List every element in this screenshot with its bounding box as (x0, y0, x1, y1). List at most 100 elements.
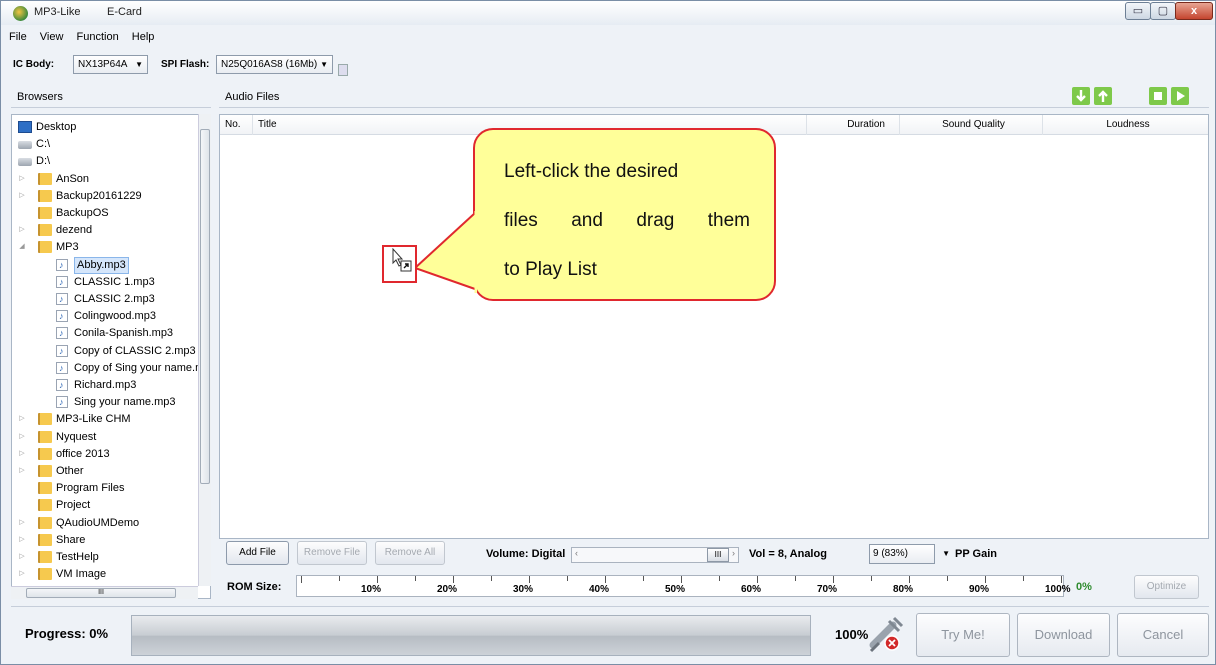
rom-tick-label: 100% (1045, 584, 1071, 595)
ic-body-label: IC Body: (13, 59, 55, 70)
chevron-down-icon: ▼ (942, 549, 950, 558)
analog-gain-select[interactable]: 9 (83%) ▼ (869, 544, 950, 564)
tree-folder-item[interactable]: ▷ Nyquest (12, 428, 200, 446)
rom-tick (415, 576, 416, 581)
tree-folder-item[interactable]: Project (12, 496, 200, 514)
tree-item-label: Sing your name.mp3 (74, 396, 176, 409)
col-duration[interactable]: Duration (807, 115, 900, 135)
expander-icon[interactable]: ▷ (18, 531, 26, 549)
tree-file-item[interactable]: Sing your name.mp3 (12, 393, 200, 411)
menu-function[interactable]: Function (77, 31, 119, 43)
rom-tick-label: 50% (665, 584, 686, 595)
try-me-button[interactable]: Try Me! (916, 613, 1010, 657)
tree-item-label: BackupOS (56, 207, 109, 219)
tree-file-item[interactable]: Colingwood.mp3 (12, 307, 200, 325)
tree-item-label: Copy of Sing your name.mp (74, 361, 200, 374)
play-icon[interactable] (1171, 87, 1189, 105)
close-button[interactable]: x (1175, 2, 1213, 20)
tree-file-item[interactable]: Abby.mp3 (12, 256, 200, 274)
col-no[interactable]: No. (220, 115, 253, 135)
expander-icon[interactable]: ▷ (18, 428, 26, 446)
drive-icon (18, 141, 32, 150)
tree-folder-item[interactable]: ▷ office 2013 (12, 445, 200, 463)
tree-item-label: Richard.mp3 (74, 379, 137, 391)
menu-file[interactable]: File (9, 31, 27, 43)
tree-folder-item[interactable]: ▷ Share (12, 531, 200, 549)
tree-file-item[interactable]: Copy of CLASSIC 2.mp3 (12, 342, 200, 360)
expander-icon[interactable]: ▷ (18, 548, 26, 566)
menu-view[interactable]: View (40, 31, 64, 43)
chevron-down-icon: ▼ (320, 60, 328, 69)
expander-icon[interactable]: ◢ (18, 238, 26, 256)
col-loudness[interactable]: Loudness (1043, 115, 1208, 135)
tree-folder-item[interactable]: ▷ MP3-Like CHM (12, 410, 200, 428)
tree-folder-item[interactable]: Program Files (12, 479, 200, 497)
add-file-button[interactable]: Add File (226, 541, 289, 565)
tree-folder-item[interactable]: ▷ AnSon (12, 170, 200, 188)
audio-files-title: Audio Files (225, 91, 280, 103)
tree-drive-item[interactable]: D:\ (12, 152, 200, 170)
tree-file-item[interactable]: Conila-Spanish.mp3 (12, 324, 200, 342)
tree-file-item[interactable]: CLASSIC 2.mp3 (12, 290, 200, 308)
tree-drive-item[interactable]: C:\ (12, 135, 200, 153)
tree-folder-item[interactable]: ▷ Other (12, 462, 200, 480)
folder-icon (38, 499, 52, 512)
tree-item-label: MP3-Like CHM (56, 413, 131, 426)
tree-item-label: Copy of CLASSIC 2.mp3 (74, 344, 196, 357)
tree-horizontal-scroll-thumb[interactable]: III (26, 588, 176, 598)
tree-folder-item[interactable]: ◢ MP3 (12, 238, 200, 256)
expander-icon[interactable]: ▷ (18, 514, 26, 532)
tree-file-item[interactable]: CLASSIC 1.mp3 (12, 273, 200, 291)
tree-folder-item[interactable]: ▷ TestHelp (12, 548, 200, 566)
col-sound-quality[interactable]: Sound Quality (900, 115, 1043, 135)
flash-options-button[interactable] (338, 64, 348, 76)
folder-icon (38, 172, 52, 185)
browser-tree[interactable]: Desktop C:\ D:\ ▷ AnSon ▷ Backup20161229 Backup… (11, 114, 211, 599)
minimize-button[interactable]: ▭ (1125, 2, 1151, 20)
tree-folder-item[interactable]: ▷ VM Image (12, 565, 200, 583)
rom-tick-label: 10% (361, 584, 382, 595)
cancel-button[interactable]: Cancel (1117, 613, 1209, 657)
tree-folder-item[interactable]: BackupOS (12, 204, 200, 222)
expander-icon[interactable]: ▷ (18, 445, 26, 463)
remove-file-button[interactable]: Remove File (297, 541, 367, 565)
rom-tick (795, 576, 796, 581)
tree-folder-item[interactable]: ▷ Backup20161229 (12, 187, 200, 205)
desktop-icon (18, 121, 32, 133)
move-down-icon[interactable] (1072, 87, 1090, 105)
tree-item-label: office 2013 (56, 447, 110, 460)
tree-item-label: Program Files (56, 482, 125, 495)
volume-slider-thumb[interactable]: III (707, 548, 729, 562)
rom-tick (681, 576, 682, 583)
download-button[interactable]: Download (1017, 613, 1110, 657)
scroll-left-icon[interactable]: ‹ (575, 548, 578, 558)
scroll-right-icon[interactable]: › (732, 548, 735, 558)
file-icon (56, 376, 68, 394)
file-icon (56, 290, 68, 308)
tree-folder-item[interactable]: ▷ dezend (12, 221, 200, 239)
tree-item-label: TestHelp (56, 551, 99, 563)
move-up-icon[interactable] (1094, 87, 1112, 105)
tree-vertical-scroll-thumb[interactable] (200, 129, 210, 484)
tree-drive-item[interactable]: Desktop (12, 118, 200, 136)
expander-icon[interactable]: ▷ (18, 187, 26, 205)
rom-tick-label: 20% (437, 584, 458, 595)
remove-all-button[interactable]: Remove All (375, 541, 445, 565)
expander-icon[interactable]: ▷ (18, 565, 26, 583)
ic-body-select[interactable]: NX13P64A ▼ (73, 55, 148, 74)
tree-folder-item[interactable]: ▷ QAudioUMDemo (12, 514, 200, 532)
spi-flash-select[interactable]: N25Q016AS8 (16Mb) ▼ (216, 55, 333, 74)
expander-icon[interactable]: ▷ (18, 221, 26, 239)
callout-line-1: Left-click the desired (504, 161, 679, 182)
expander-icon[interactable]: ▷ (18, 462, 26, 480)
expander-icon[interactable]: ▷ (18, 410, 26, 428)
optimize-button[interactable]: Optimize (1134, 575, 1199, 599)
maximize-button[interactable]: ▢ (1150, 2, 1176, 20)
menu-help[interactable]: Help (132, 31, 155, 43)
folder-icon (38, 224, 52, 237)
stop-icon[interactable] (1149, 87, 1167, 105)
expander-icon[interactable]: ▷ (18, 170, 26, 188)
folder-icon (38, 447, 52, 460)
tree-file-item[interactable]: Richard.mp3 (12, 376, 200, 394)
tree-file-item[interactable]: Copy of Sing your name.mp (12, 359, 200, 377)
